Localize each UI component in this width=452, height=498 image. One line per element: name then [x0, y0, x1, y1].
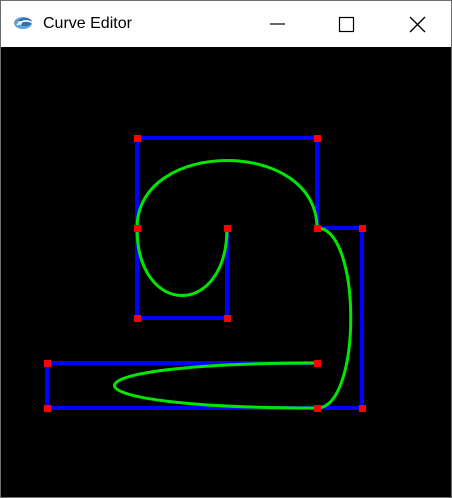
- control-point[interactable]: [134, 225, 141, 232]
- minimize-icon: [270, 23, 285, 25]
- control-point[interactable]: [224, 225, 231, 232]
- minimize-button[interactable]: [254, 1, 300, 47]
- control-point[interactable]: [134, 315, 141, 322]
- control-point[interactable]: [359, 225, 366, 232]
- close-button[interactable]: [394, 1, 440, 47]
- control-point[interactable]: [134, 135, 141, 142]
- curve-drawing: [44, 135, 366, 412]
- app-logo-icon: [13, 14, 35, 32]
- control-point[interactable]: [44, 405, 51, 412]
- window-title: Curve Editor: [43, 15, 132, 32]
- control-point[interactable]: [314, 225, 321, 232]
- control-point[interactable]: [314, 135, 321, 142]
- maximize-icon: [338, 16, 355, 33]
- close-icon: [409, 16, 426, 33]
- control-point[interactable]: [314, 360, 321, 367]
- control-point[interactable]: [314, 405, 321, 412]
- curve-editor-window: Curve Editor: [0, 0, 452, 498]
- control-point[interactable]: [359, 405, 366, 412]
- control-point[interactable]: [224, 315, 231, 322]
- control-point[interactable]: [44, 360, 51, 367]
- maximize-button[interactable]: [323, 1, 369, 47]
- title-bar[interactable]: Curve Editor: [1, 1, 451, 47]
- curve-canvas[interactable]: [1, 47, 451, 497]
